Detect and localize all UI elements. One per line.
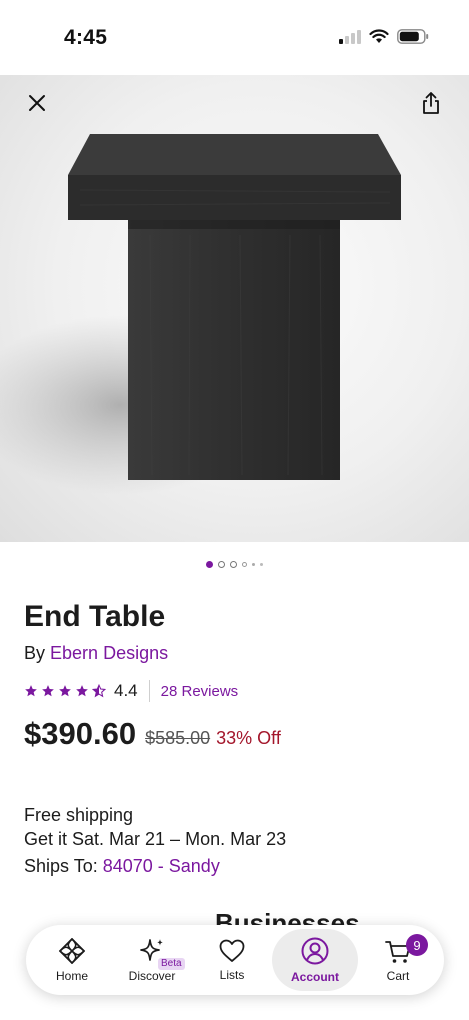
nav-cart[interactable]: 9 Cart bbox=[358, 929, 438, 991]
discount-label: 33% Off bbox=[216, 728, 281, 748]
battery-icon bbox=[397, 28, 429, 44]
close-icon bbox=[29, 95, 45, 111]
cart-count-badge: 9 bbox=[406, 934, 428, 956]
sale-price: $390.60 bbox=[24, 716, 137, 751]
heart-icon bbox=[219, 939, 245, 962]
reviews-link[interactable]: 28 Reviews bbox=[161, 683, 239, 700]
bottom-navigation: Home Beta Discover Lists Account 9 Cart bbox=[26, 925, 444, 995]
star-icon bbox=[25, 685, 37, 697]
original-price: $585.00 bbox=[145, 728, 211, 748]
nav-discover-label: Discover bbox=[128, 969, 176, 983]
nav-discover[interactable]: Beta Discover bbox=[112, 929, 192, 991]
rating-value: 4.4 bbox=[114, 681, 138, 700]
half-star-icon bbox=[92, 684, 106, 698]
carousel-dot[interactable] bbox=[260, 563, 263, 566]
carousel-dot[interactable] bbox=[242, 562, 247, 567]
carousel-indicator[interactable] bbox=[0, 561, 469, 568]
home-logo-icon bbox=[58, 937, 86, 965]
share-button[interactable] bbox=[416, 88, 446, 118]
close-button[interactable] bbox=[22, 88, 52, 118]
star-icon bbox=[76, 685, 88, 697]
ships-to-row[interactable]: Ships To: 84070 - Sandy bbox=[24, 856, 220, 877]
product-image bbox=[0, 134, 401, 495]
by-prefix: By bbox=[24, 643, 46, 663]
nav-lists[interactable]: Lists bbox=[192, 929, 272, 991]
share-icon bbox=[423, 92, 439, 114]
ships-to-label: Ships To: bbox=[24, 856, 98, 876]
status-icons bbox=[339, 28, 429, 44]
nav-cart-label: Cart bbox=[386, 969, 410, 983]
star-rating bbox=[24, 684, 106, 698]
ships-to-location-link[interactable]: 84070 - Sandy bbox=[103, 856, 220, 876]
price-row: $390.60 $585.00 33% Off bbox=[24, 716, 281, 752]
nav-account-label: Account bbox=[291, 970, 339, 984]
nav-account[interactable]: Account bbox=[272, 929, 358, 991]
carousel-dot[interactable] bbox=[218, 561, 225, 568]
status-bar: 4:45 bbox=[0, 0, 469, 75]
byline: By Ebern Designs bbox=[24, 643, 168, 664]
divider bbox=[148, 680, 150, 702]
wifi-icon bbox=[369, 28, 389, 43]
star-icon bbox=[59, 685, 71, 697]
carousel-dot[interactable] bbox=[252, 563, 255, 566]
brand-link[interactable]: Ebern Designs bbox=[50, 643, 168, 663]
status-time: 4:45 bbox=[64, 26, 108, 49]
carousel-dot[interactable] bbox=[206, 561, 213, 568]
carousel-dot[interactable] bbox=[230, 561, 237, 568]
star-icon bbox=[42, 685, 54, 697]
nav-home-label: Home bbox=[55, 969, 88, 983]
beta-badge: Beta bbox=[158, 958, 185, 970]
nav-lists-label: Lists bbox=[219, 968, 245, 982]
account-icon bbox=[301, 937, 329, 965]
cellular-signal-icon bbox=[339, 28, 361, 44]
rating-row[interactable]: 4.4 28 Reviews bbox=[24, 680, 238, 702]
delivery-estimate: Get it Sat. Mar 21 – Mon. Mar 23 bbox=[24, 829, 287, 849]
product-title: End Table bbox=[24, 600, 166, 633]
free-shipping-text: Free shipping bbox=[24, 805, 134, 825]
product-image-carousel[interactable] bbox=[0, 75, 469, 542]
nav-home[interactable]: Home bbox=[32, 929, 112, 991]
